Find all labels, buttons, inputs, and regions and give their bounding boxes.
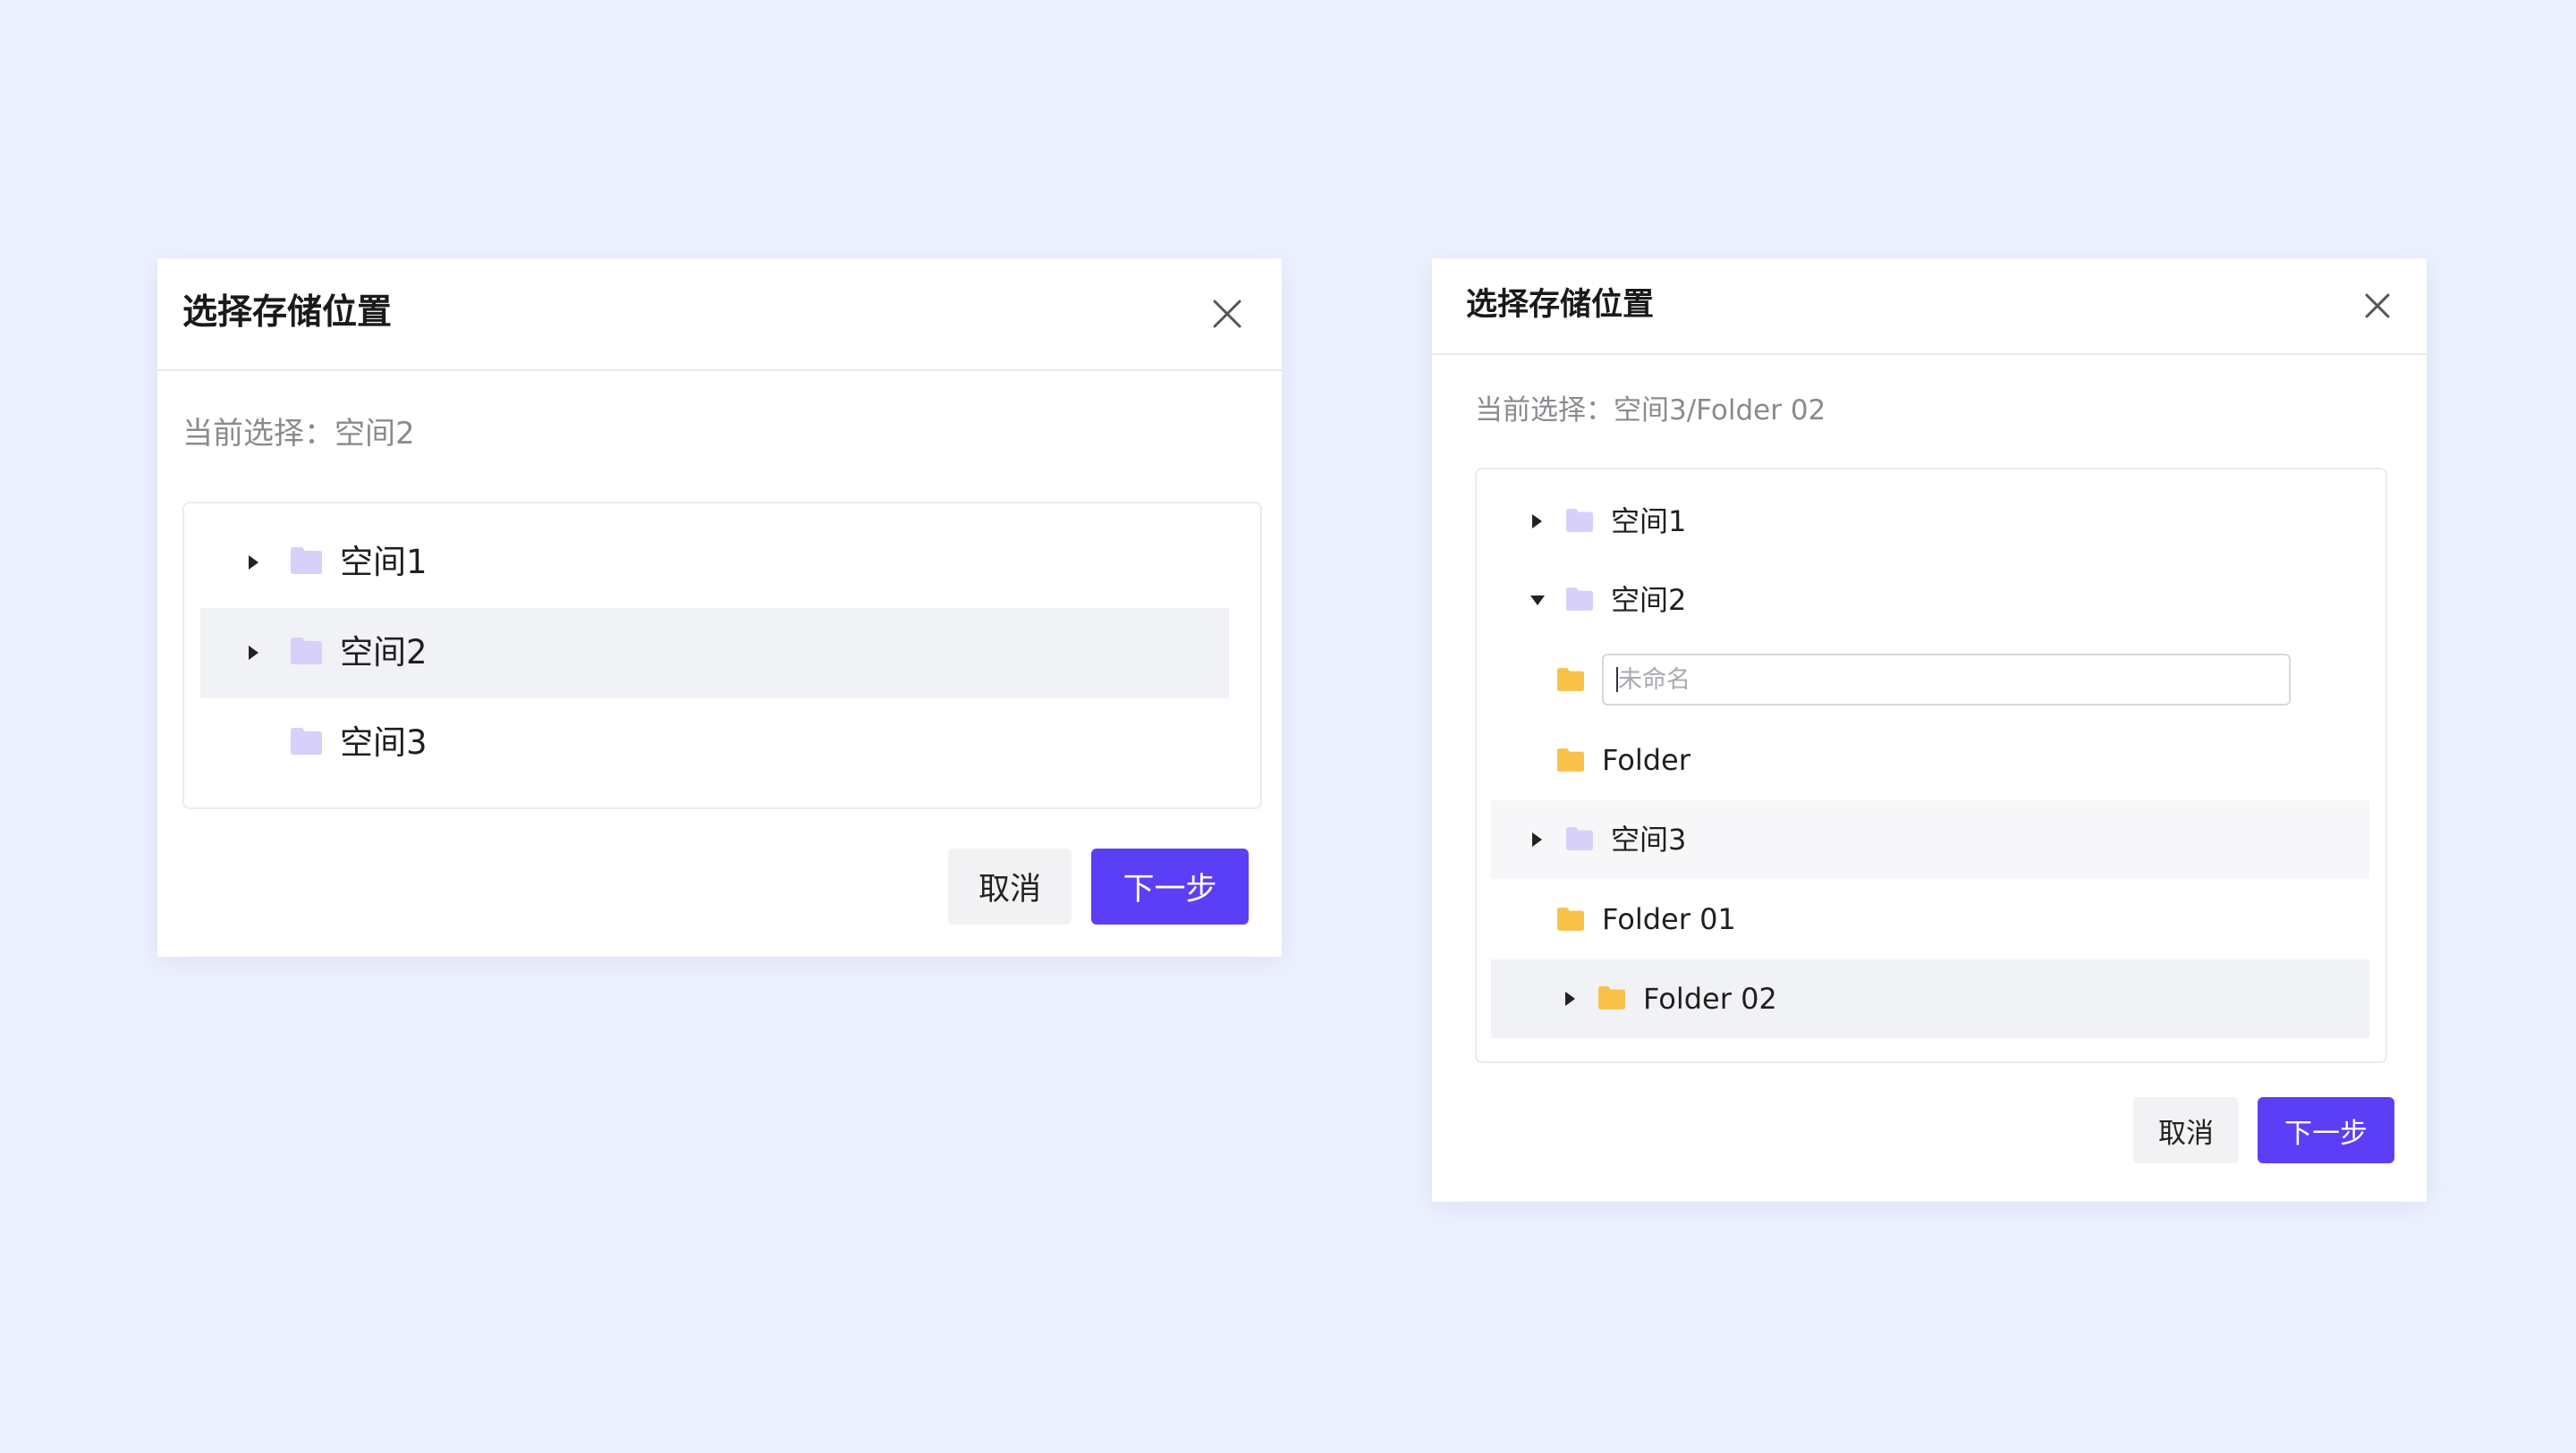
tree-item-label: 空间2 — [1611, 583, 1687, 617]
current-selection-text: 当前选择：空间2 — [182, 416, 415, 452]
tree-item-space1[interactable]: 空间1 — [200, 518, 1229, 608]
expand-caret-icon[interactable] — [249, 555, 258, 570]
current-selection-text: 当前选择：空间3/Folder 02 — [1475, 394, 1826, 427]
tree-item-folder[interactable]: Folder — [1491, 720, 2369, 800]
expand-caret-icon[interactable] — [1532, 832, 1542, 847]
expand-caret-icon[interactable] — [1532, 514, 1542, 528]
tree-item-folder-02[interactable]: Folder 02 — [1491, 959, 2369, 1038]
expand-caret-icon[interactable] — [1565, 992, 1575, 1006]
select-location-dialog-right: 选择存储位置 当前选择：空间3/Folder 02 空间1 空间2 未命名 Fo… — [1432, 258, 2427, 1202]
tree-item-label: 空间1 — [340, 543, 428, 581]
dialog-header: 选择存储位置 — [157, 258, 1282, 371]
folder-icon — [1566, 827, 1593, 850]
dialog-title: 选择存储位置 — [182, 292, 393, 333]
cancel-button[interactable]: 取消 — [2133, 1097, 2239, 1163]
folder-icon — [1557, 908, 1584, 931]
new-folder-row — [1491, 639, 2369, 720]
new-folder-name-input[interactable] — [1602, 654, 2291, 705]
cancel-button[interactable]: 取消 — [948, 849, 1072, 925]
folder-icon — [1557, 668, 1584, 691]
tree-item-label: 空间1 — [1611, 504, 1687, 538]
tree-item-label: 空间2 — [340, 633, 428, 672]
folder-icon — [1566, 587, 1593, 611]
folder-icon — [291, 638, 322, 664]
folder-icon — [291, 547, 322, 574]
folder-icon — [1566, 509, 1593, 532]
tree-item-space1[interactable]: 空间1 — [1491, 482, 2369, 561]
select-location-dialog-left: 选择存储位置 当前选择：空间2 空间1 空间2 空间3 取消 下一步 — [157, 258, 1282, 957]
tree-item-label: Folder 01 — [1602, 902, 1736, 936]
folder-tree: 空间1 空间2 空间3 — [182, 502, 1262, 809]
text-cursor — [1616, 667, 1618, 692]
collapse-caret-icon[interactable] — [1530, 596, 1545, 605]
tree-item-space2[interactable]: 空间2 — [200, 608, 1229, 698]
tree-item-label: 空间3 — [1611, 823, 1687, 857]
tree-item-folder-01[interactable]: Folder 01 — [1491, 879, 2369, 959]
next-step-button[interactable]: 下一步 — [1091, 849, 1249, 925]
dialog-title: 选择存储位置 — [1466, 287, 1655, 323]
tree-item-label: Folder 02 — [1643, 982, 1777, 1016]
folder-tree: 空间1 空间2 Folder — [1475, 468, 2387, 1063]
tree-item-space2[interactable]: 空间2 — [1491, 561, 2369, 639]
close-icon[interactable] — [2364, 292, 2391, 319]
folder-icon — [1557, 748, 1584, 772]
dialog-header: 选择存储位置 — [1432, 258, 2427, 355]
expand-caret-icon[interactable] — [249, 646, 258, 660]
tree-item-label: 空间3 — [340, 723, 428, 762]
close-icon[interactable] — [1211, 298, 1243, 330]
folder-icon — [1598, 986, 1625, 1009]
tree-item-space3[interactable]: 空间3 — [1491, 800, 2369, 879]
tree-item-label: Folder — [1602, 743, 1690, 777]
folder-icon — [291, 728, 322, 755]
next-step-button[interactable]: 下一步 — [2258, 1097, 2394, 1163]
tree-item-space3[interactable]: 空间3 — [200, 698, 1229, 789]
